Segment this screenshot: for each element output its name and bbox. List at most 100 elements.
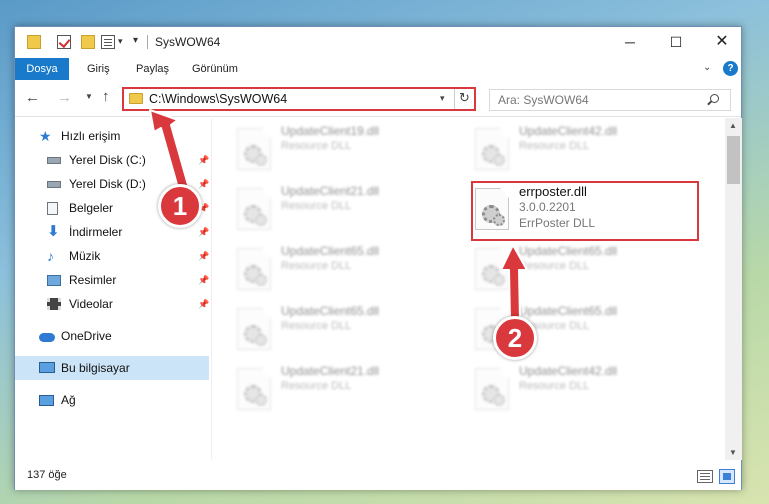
file-type: Resource DLL <box>519 380 590 392</box>
network-icon <box>39 395 54 406</box>
sidebar-item-label: Belgeler <box>69 201 114 215</box>
address-bar[interactable]: C:\Windows\SysWOW64 ▾ ↻ <box>122 87 476 111</box>
file-name: UpdateClient65.dll <box>281 304 380 318</box>
file-type: Resource DLL <box>281 320 352 332</box>
item-count: 137 öğe <box>27 469 67 481</box>
file-name: UpdateClient65.dll <box>519 304 618 318</box>
navigation-pane: ★ Hızlı erişim Yerel Disk (C:) Yerel Dis… <box>15 118 209 460</box>
forward-arrow-icon[interactable]: → <box>57 89 72 106</box>
back-arrow-icon[interactable]: ← <box>25 89 40 106</box>
drive-icon <box>47 157 61 164</box>
dll-file-icon <box>237 188 271 230</box>
tab-share[interactable]: Paylaş <box>136 58 169 80</box>
folder-icon[interactable] <box>27 35 41 49</box>
sidebar-item-label: Hızlı erişim <box>61 129 121 143</box>
step-2-badge: 2 <box>493 316 537 360</box>
chevron-down-icon[interactable]: ▾ <box>440 93 445 104</box>
pane-divider <box>211 118 212 460</box>
pin-icon[interactable]: 📌 <box>198 155 209 166</box>
sidebar-item-label: Müzik <box>69 249 101 263</box>
file-name: UpdateClient19.dll <box>281 124 380 138</box>
address-divider <box>454 89 455 109</box>
dll-file-icon <box>237 128 271 170</box>
title-bar: ▾ ▾ SysWOW64 ─ ☐ ✕ <box>15 27 741 57</box>
dll-file-icon <box>475 128 509 170</box>
rename-icon[interactable] <box>101 35 115 49</box>
sidebar-item-label: Yerel Disk (C:) <box>69 153 146 167</box>
explorer-window: ▾ ▾ SysWOW64 ─ ☐ ✕ Dosya Giriş Paylaş Gö… <box>14 26 742 490</box>
download-icon: ⬇ <box>47 223 60 240</box>
tab-home[interactable]: Giriş <box>87 58 110 80</box>
scroll-thumb[interactable] <box>727 136 740 184</box>
scroll-up-icon[interactable]: ▲ <box>729 121 737 130</box>
recent-locations-icon[interactable]: ▼ <box>85 92 93 101</box>
sidebar-item-label: OneDrive <box>61 329 112 343</box>
file-name: UpdateClient65.dll <box>519 244 618 258</box>
file-name: UpdateClient21.dll <box>281 364 380 378</box>
file-item[interactable]: UpdateClient65.dll Resource DLL <box>237 244 457 300</box>
step-1-badge: 1 <box>158 184 202 228</box>
file-item[interactable]: UpdateClient19.dll Resource DLL <box>237 124 457 180</box>
pin-icon[interactable]: 📌 <box>198 179 209 190</box>
music-icon: ♪ <box>47 248 54 264</box>
close-button[interactable]: ✕ <box>699 27 745 57</box>
vertical-scrollbar[interactable]: ▲ ▼ <box>725 118 742 460</box>
quick-access-dropdown[interactable]: ▾ <box>118 36 123 47</box>
scroll-down-icon[interactable]: ▼ <box>729 448 737 457</box>
file-type: Resource DLL <box>281 140 352 152</box>
pin-icon[interactable]: 📌 <box>198 299 209 310</box>
help-icon[interactable]: ? <box>723 61 738 76</box>
file-item[interactable]: UpdateClient65.dll Resource DLL <box>237 304 457 360</box>
new-folder-icon[interactable] <box>81 35 95 49</box>
file-type: Resource DLL <box>519 140 590 152</box>
file-type: Resource DLL <box>519 260 590 272</box>
search-placeholder[interactable]: Ara: SysWOW64 <box>498 93 589 107</box>
pin-icon[interactable]: 📌 <box>198 275 209 286</box>
file-name: UpdateClient42.dll <box>519 124 618 138</box>
file-item[interactable]: UpdateClient65.dll Resource DLL <box>475 244 695 300</box>
dll-file-icon <box>475 368 509 410</box>
refresh-icon[interactable]: ↻ <box>459 90 470 106</box>
dll-file-icon <box>475 248 509 290</box>
file-type: Resource DLL <box>281 380 352 392</box>
status-bar: 137 öğe <box>15 464 741 490</box>
sidebar-item-label: Videolar <box>69 297 113 311</box>
search-box[interactable]: Ara: SysWOW64 <box>489 89 731 111</box>
window-title: SysWOW64 <box>155 35 221 49</box>
expand-ribbon-icon[interactable]: ⌄ <box>703 62 711 73</box>
tab-view[interactable]: Görünüm <box>192 58 238 80</box>
file-item[interactable]: UpdateClient42.dll Resource DLL <box>475 124 695 180</box>
search-icon[interactable] <box>710 94 719 103</box>
address-text[interactable]: C:\Windows\SysWOW64 <box>149 92 287 106</box>
computer-icon <box>39 362 55 373</box>
maximize-button[interactable]: ☐ <box>653 27 699 57</box>
file-item[interactable]: UpdateClient42.dll Resource DLL <box>475 364 695 420</box>
dll-file-icon <box>237 308 271 350</box>
file-type: Resource DLL <box>281 260 352 272</box>
large-icons-view-icon[interactable] <box>719 469 735 484</box>
video-icon <box>47 298 61 310</box>
pin-icon[interactable]: 📌 <box>198 251 209 262</box>
dll-file-icon <box>237 368 271 410</box>
customize-toolbar-icon[interactable]: ▾ <box>133 35 138 46</box>
navigation-bar: ← → ▼ ↑ C:\Windows\SysWOW64 ▾ ↻ Ara: Sys… <box>15 81 741 117</box>
properties-check-icon[interactable] <box>57 35 71 49</box>
up-arrow-icon[interactable]: ↑ <box>102 88 110 105</box>
drive-icon <box>47 181 61 188</box>
details-view-icon[interactable] <box>697 470 713 483</box>
dll-file-icon <box>237 248 271 290</box>
sidebar-item-label: Ağ <box>61 393 76 407</box>
file-item[interactable]: UpdateClient21.dll Resource DLL <box>237 184 457 240</box>
tab-file[interactable]: Dosya <box>15 58 69 80</box>
ribbon-tabs: Dosya Giriş Paylaş Görünüm ⌄ ? <box>15 57 741 81</box>
folder-icon <box>129 93 143 104</box>
sidebar-item-label: Bu bilgisayar <box>61 361 130 375</box>
file-type: Resource DLL <box>281 200 352 212</box>
file-name: UpdateClient21.dll <box>281 184 380 198</box>
file-name: UpdateClient42.dll <box>519 364 618 378</box>
star-icon: ★ <box>39 128 52 144</box>
file-item[interactable]: UpdateClient21.dll Resource DLL <box>237 364 457 420</box>
pictures-icon <box>47 275 61 286</box>
pin-icon[interactable]: 📌 <box>198 227 209 238</box>
minimize-button[interactable]: ─ <box>607 27 653 57</box>
